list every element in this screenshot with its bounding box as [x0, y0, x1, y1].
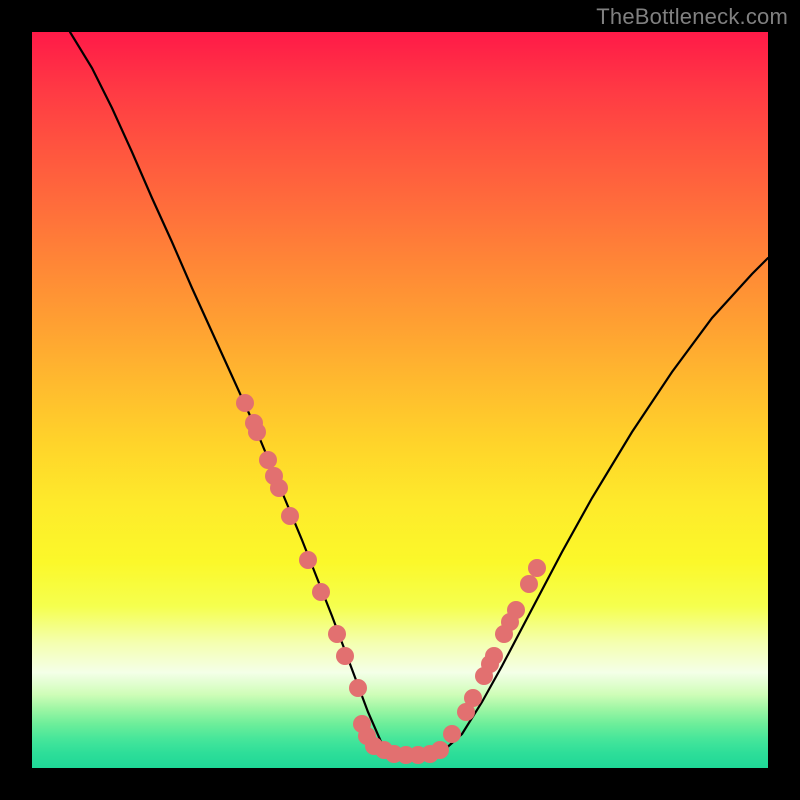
data-dot — [431, 741, 449, 759]
data-dot — [464, 689, 482, 707]
data-dot — [281, 507, 299, 525]
plot-area — [32, 32, 768, 768]
data-dot — [507, 601, 525, 619]
chart-frame: TheBottleneck.com — [0, 0, 800, 800]
data-dot — [528, 559, 546, 577]
data-dot — [270, 479, 288, 497]
data-dot — [248, 423, 266, 441]
data-dot — [236, 394, 254, 412]
data-dot — [443, 725, 461, 743]
data-dot — [259, 451, 277, 469]
data-dot — [312, 583, 330, 601]
bottleneck-curve — [70, 32, 768, 756]
curve-svg — [32, 32, 768, 768]
data-dot — [520, 575, 538, 593]
data-dot — [299, 551, 317, 569]
data-dot — [328, 625, 346, 643]
data-dot — [336, 647, 354, 665]
data-dots — [236, 394, 546, 764]
data-dot — [485, 647, 503, 665]
data-dot — [349, 679, 367, 697]
watermark-text: TheBottleneck.com — [596, 4, 788, 30]
